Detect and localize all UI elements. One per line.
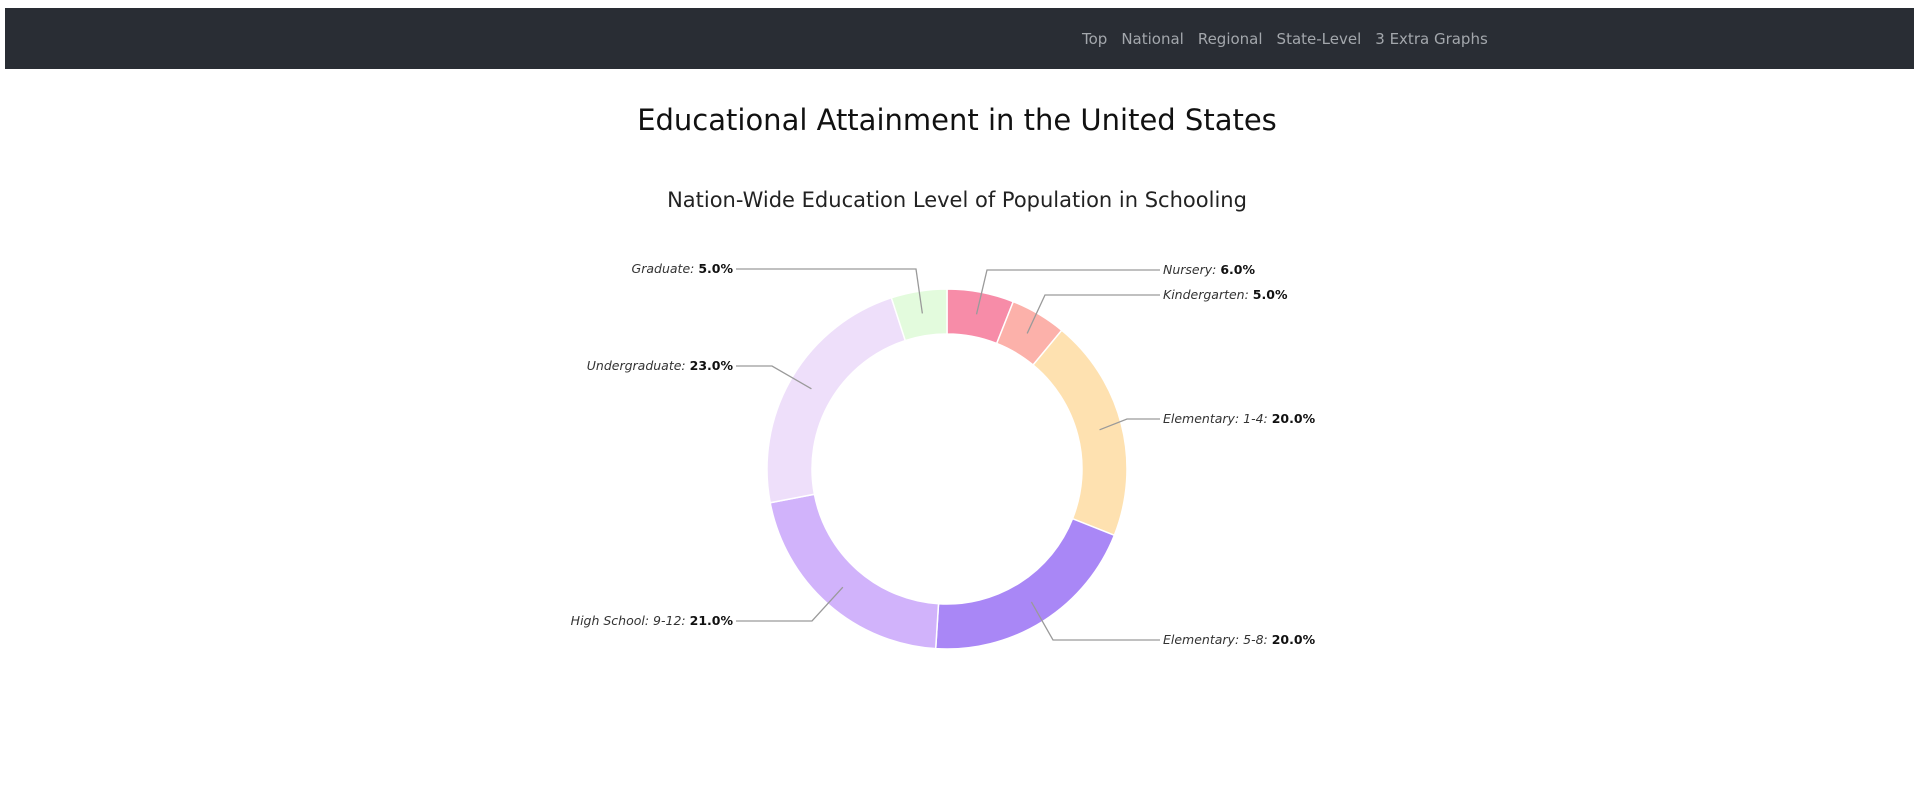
slice-label: Nursery: 6.0% — [1163, 262, 1255, 277]
slice-label-value: 5.0% — [698, 261, 733, 276]
slice-label-value: 5.0% — [1253, 287, 1288, 302]
slice-label-name: Elementary: 1-4: — [1163, 411, 1272, 426]
slice-label-name: Graduate: — [632, 261, 699, 276]
slice-label-value: 20.0% — [1272, 632, 1316, 647]
slice-label-name: Kindergarten: — [1163, 287, 1253, 302]
slice-label: Undergraduate: 23.0% — [587, 358, 734, 373]
slice-label-name: Undergraduate: — [587, 358, 690, 373]
slice-label-value: 6.0% — [1220, 262, 1255, 277]
slice-elementary-1-4[interactable] — [1031, 329, 1128, 537]
slice-label: Kindergarten: 5.0% — [1163, 287, 1288, 302]
slice-undergraduate[interactable] — [766, 296, 907, 504]
slice-label-name: High School: 9-12: — [571, 613, 690, 628]
slice-high-school-9-12[interactable] — [769, 493, 940, 650]
slice-label: Graduate: 5.0% — [632, 261, 734, 276]
slice-label-value: 21.0% — [690, 613, 734, 628]
slice-label-name: Elementary: 5-8: — [1163, 632, 1272, 647]
slice-label-value: 20.0% — [1272, 411, 1316, 426]
slice-label: Elementary: 5-8: 20.0% — [1163, 632, 1316, 647]
slice-label-value: 23.0% — [690, 358, 734, 373]
slice-label-name: Nursery: — [1163, 262, 1220, 277]
donut-chart: Nursery: 6.0% Kindergarten: 5.0% Elementar… — [571, 261, 1316, 650]
slice-elementary-5-8[interactable] — [934, 517, 1116, 650]
slice-label: Elementary: 1-4: 20.0% — [1163, 411, 1316, 426]
slice-label: High School: 9-12: 21.0% — [571, 613, 734, 628]
